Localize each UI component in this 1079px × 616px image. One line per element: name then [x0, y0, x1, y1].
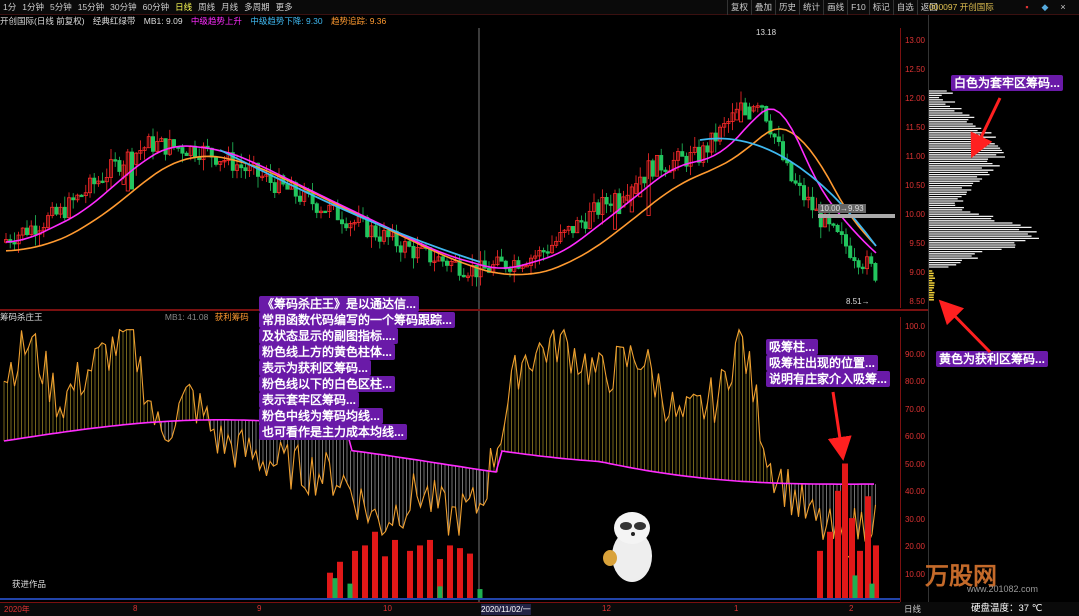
date-tick: 9 — [257, 604, 262, 613]
date-tick: 2 — [849, 604, 854, 613]
period-label[interactable]: 日线 — [904, 602, 921, 616]
disk-temp: 硬盘温度：37 ℃ — [971, 603, 1043, 614]
date-tick: 12 — [602, 604, 611, 613]
arrow-overlay — [827, 97, 1002, 461]
date-tick: 10 — [383, 604, 392, 613]
arrow-chip-white-icon — [970, 97, 1002, 159]
date-tick: 1 — [734, 604, 739, 613]
date-axis: 2020年 8 9 10 2020/11/02/一 12 1 2 — [0, 602, 900, 616]
date-tick: 8 — [133, 604, 138, 613]
date-cursor-label: 2020/11/02/一 — [481, 604, 531, 615]
watermark: 万股网 www.201082.com — [905, 556, 1045, 594]
arrow-absorb-icon — [827, 391, 852, 461]
arrow-chip-yellow-icon — [938, 299, 992, 354]
mascot-icon — [603, 512, 652, 582]
date-tick: 2020年 — [4, 605, 30, 614]
status-bar: 日线 硬盘温度：37 ℃ — [900, 602, 1079, 616]
watermark-url: www.201082.com — [967, 584, 1039, 594]
